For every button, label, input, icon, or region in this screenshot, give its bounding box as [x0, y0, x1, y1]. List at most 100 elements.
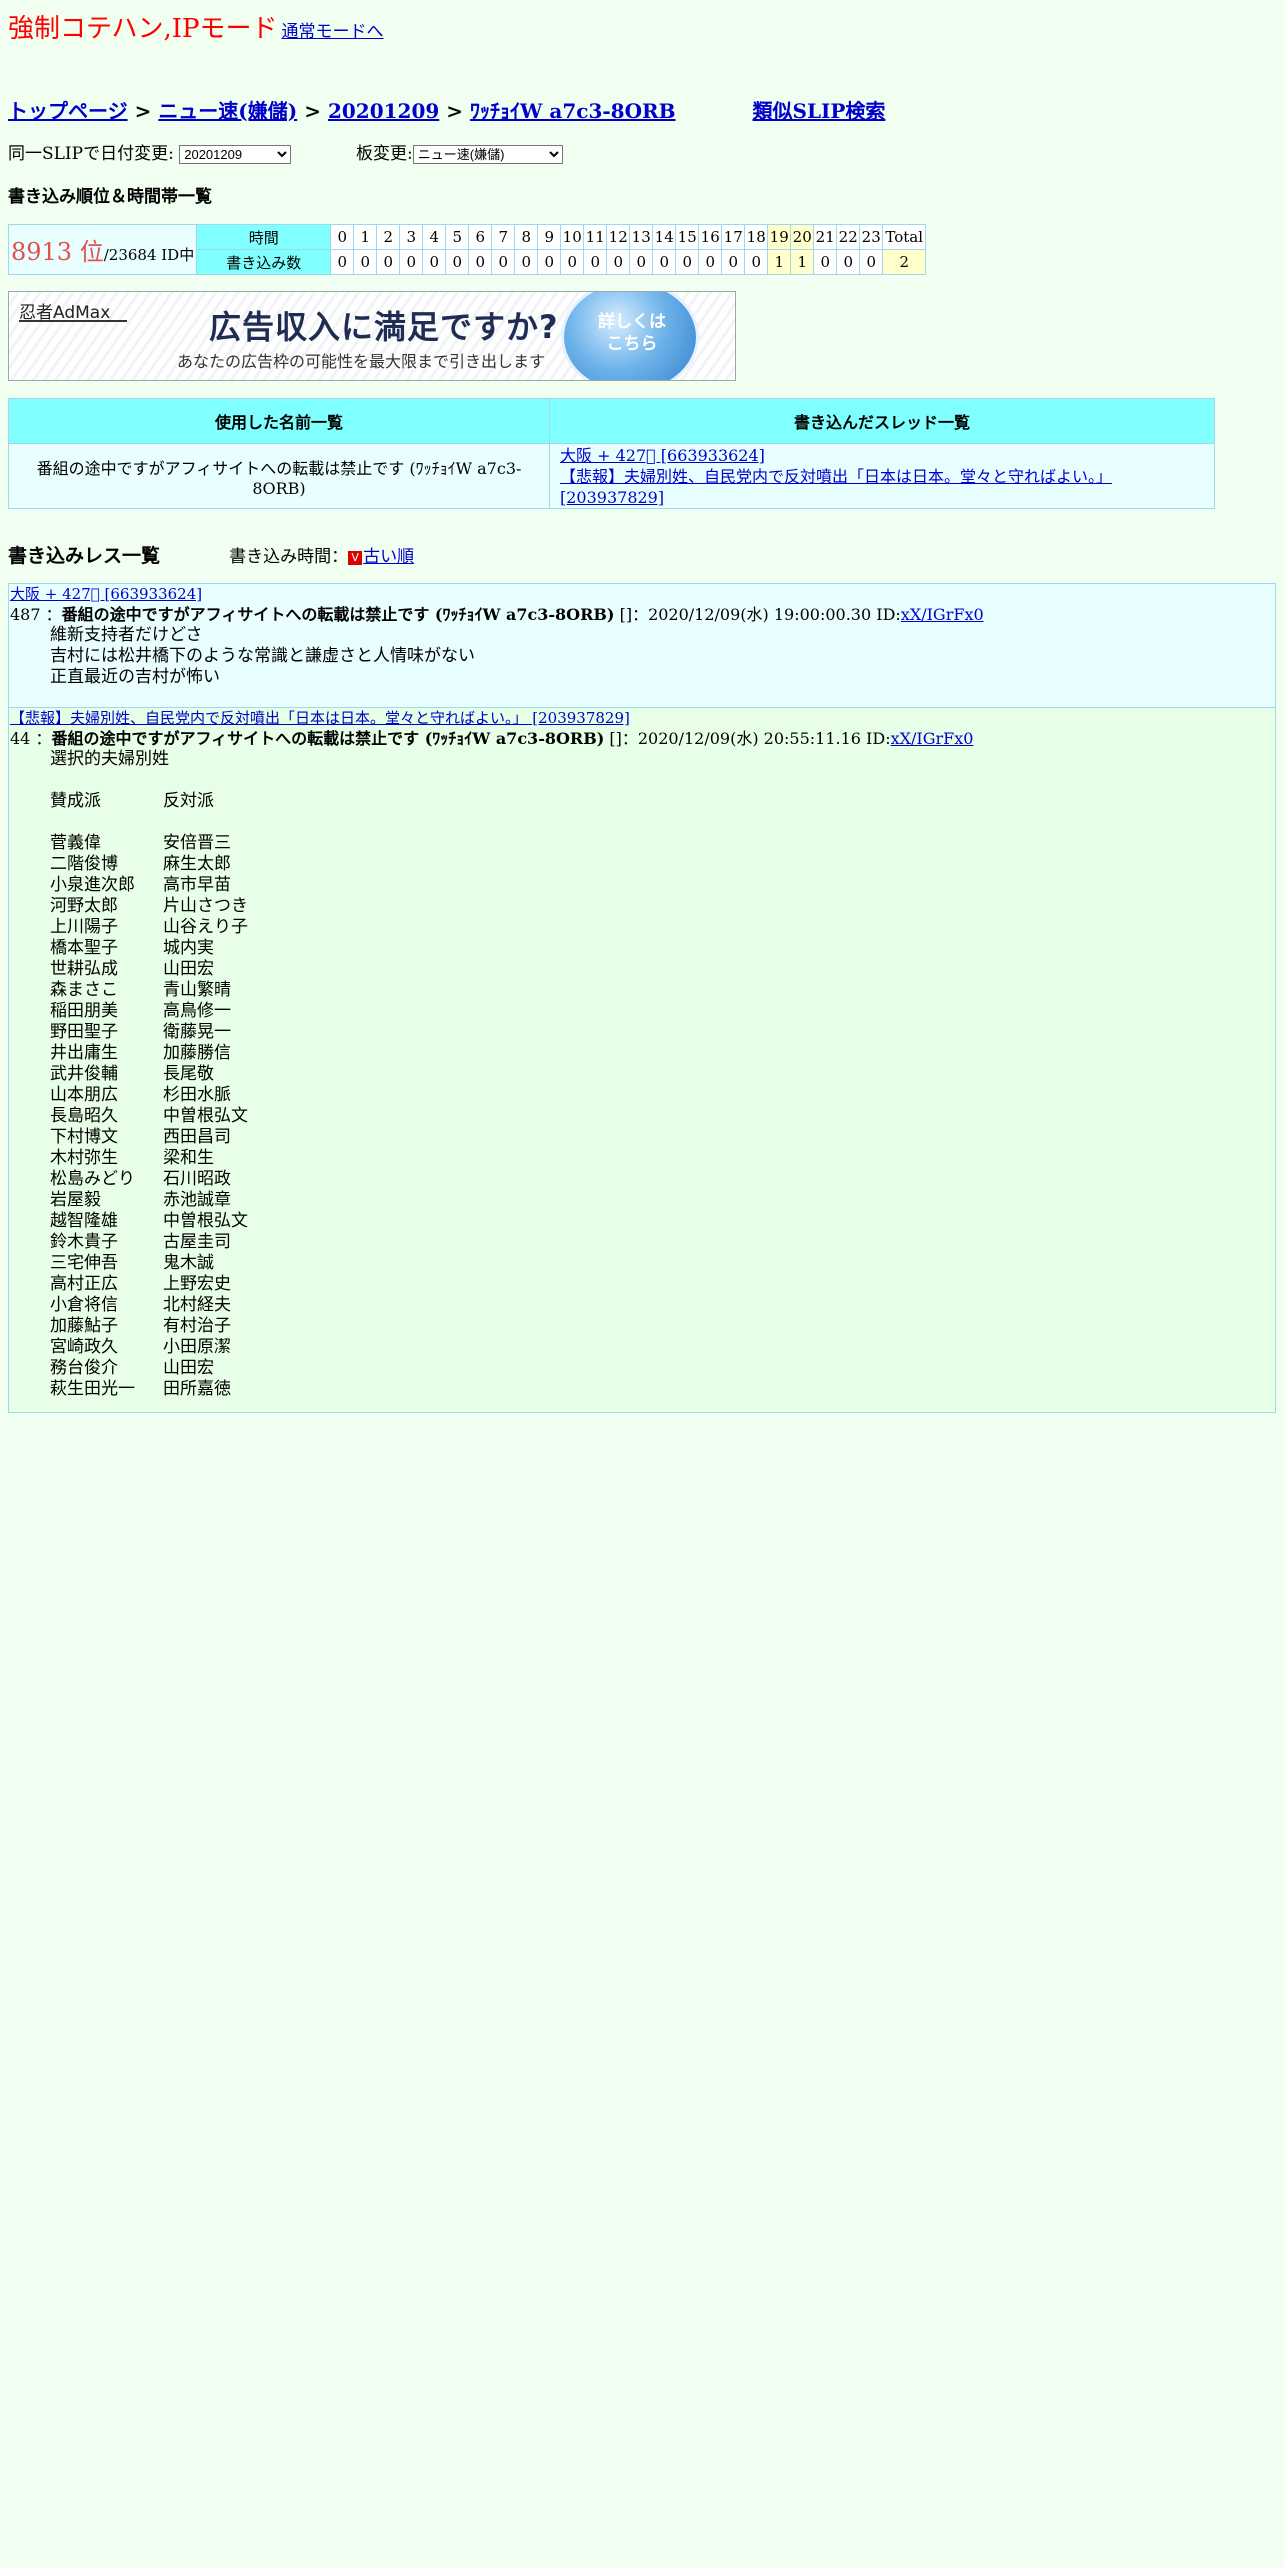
hour-cell: 23: [859, 224, 884, 250]
oppose-name: 加藤勝信: [163, 1043, 231, 1063]
date-select[interactable]: 20201209: [179, 145, 292, 164]
rank-cell: 8913 位/23684 ID中: [7, 224, 198, 275]
support-name: 小泉進次郎: [50, 875, 135, 895]
support-name: 三宅伸吾: [50, 1253, 118, 1273]
vote-row: 宮崎政久 小田原潔: [50, 1337, 1275, 1358]
board-select[interactable]: ニュー速(嫌儲): [412, 145, 563, 164]
support-name: 加藤鮎子: [50, 1316, 118, 1336]
breadcrumb-date-link[interactable]: 20201209: [328, 99, 439, 123]
sort-down-icon: V: [348, 550, 363, 565]
hour-cell: 3: [399, 224, 424, 250]
support-name: 菅義偉: [50, 833, 101, 853]
hour-cell: 8: [514, 224, 539, 250]
count-cell: 0: [468, 249, 493, 275]
count-cell: 1: [767, 249, 792, 275]
support-name: 野田聖子: [50, 1022, 118, 1042]
breadcrumb-separator: >: [304, 99, 321, 123]
date-select-label: 同一SLIPで日付変更:: [8, 144, 174, 164]
vote-table-header: 賛成派 反対派: [50, 791, 1275, 812]
vote-list: 菅義偉 安倍晋三 二階俊博 麻生太郎 小泉進次郎 高市早苗 河野太郎 片山さつき 上川陽子 山谷え…: [50, 833, 1275, 1400]
thread-list: 大阪 + 427⃣ [663933624] 【悲報】夫婦別姓、自民党内で反対噴出…: [549, 443, 1215, 509]
hour-cell: 9: [537, 224, 562, 250]
support-name: 稲田朋美: [50, 1001, 118, 1021]
support-name: 木村弥生: [50, 1148, 118, 1168]
normal-mode-link[interactable]: 通常モードへ: [282, 22, 384, 42]
posts-heading: 書き込みレス一覧: [8, 545, 161, 567]
support-name: 鈴木貴子: [50, 1232, 118, 1252]
hour-cell: 10: [560, 224, 585, 250]
count-label: 書き込み数: [196, 249, 332, 275]
oppose-name: 安倍晋三: [163, 833, 231, 853]
breadcrumb-top-link[interactable]: トップページ: [8, 99, 128, 123]
thread-link[interactable]: 【悲報】夫婦別姓、自民党内で反対噴出「日本は日本。堂々と守ればよい。」 [203…: [560, 466, 1204, 508]
count-cell: 0: [353, 249, 378, 275]
count-cell: 0: [606, 249, 631, 275]
support-name: 上川陽子: [50, 917, 118, 937]
post-body: 選択的夫婦別姓 賛成派 反対派 菅義偉 安倍晋三 二階俊博 麻生太郎 小泉進次郎 高市早苗…: [50, 749, 1275, 1400]
hour-cell: 13: [629, 224, 654, 250]
vote-row: 橋本聖子 城内実: [50, 938, 1275, 959]
oppose-name: 小田原潔: [163, 1337, 231, 1357]
rank-position: 8913 位: [11, 238, 104, 266]
vote-row: 務台俊介 山田宏: [50, 1358, 1275, 1379]
sort-oldest-link[interactable]: 古い順: [363, 547, 414, 567]
vote-row: 武井俊輔 長尾敬: [50, 1064, 1275, 1085]
count-cell: 0: [698, 249, 723, 275]
oppose-name: 衛藤晃一: [163, 1022, 231, 1042]
post-thread-link[interactable]: 【悲報】夫婦別姓、自民党内で反対噴出「日本は日本。堂々と守ればよい。」 [203…: [9, 708, 1275, 728]
count-cell: 0: [675, 249, 700, 275]
oppose-name: 中曽根弘文: [163, 1106, 248, 1126]
hour-cell: 12: [606, 224, 631, 250]
post-number: 487: [10, 605, 41, 624]
posts-header: 書き込みレス一覧 書き込み時間： V 古い順: [8, 541, 414, 568]
oppose-name: 梁和生: [163, 1148, 214, 1168]
post-id-link[interactable]: xX/IGrFx0: [891, 729, 974, 748]
oppose-name: 青山繁晴: [163, 980, 231, 1000]
board-select-label: 板変更:: [356, 144, 413, 164]
post-author: 番組の途中ですがアフィサイトへの転載は禁止です (ﾜｯﾁｮｲW a7c3-8OR…: [51, 729, 605, 748]
count-cell: 0: [859, 249, 884, 275]
count-cell: 0: [836, 249, 861, 275]
count-cell: 0: [399, 249, 424, 275]
oppose-name: 田所嘉徳: [163, 1379, 231, 1399]
post-id-link[interactable]: xX/IGrFx0: [901, 605, 984, 624]
vote-row: 岩屋毅 赤池誠章: [50, 1190, 1275, 1211]
hour-cell: 2: [376, 224, 401, 250]
hour-cell: 18: [744, 224, 769, 250]
vote-row: 下村博文 西田昌司: [50, 1127, 1275, 1148]
names-threads-table: 使用した名前一覧 書き込んだスレッド一覧 番組の途中ですがアフィサイトへの転載は…: [8, 398, 1215, 509]
breadcrumb-name-link[interactable]: ﾜｯﾁｮｲW a7c3-8ORB: [470, 99, 676, 123]
vote-row: 小泉進次郎 高市早苗: [50, 875, 1275, 896]
post-author: 番組の途中ですがアフィサイトへの転載は禁止です (ﾜｯﾁｮｲW a7c3-8OR…: [61, 605, 615, 624]
support-name: 世耕弘成: [50, 959, 118, 979]
post-thread-link[interactable]: 大阪 + 427⃣ [663933624]: [9, 584, 1275, 604]
ad-banner[interactable]: 忍者AdMax 広告収入に満足ですか? あなたの広告枠の可能性を最大限まで引き出…: [8, 291, 736, 381]
count-cell: 0: [560, 249, 585, 275]
mode-title: 強制コテハン,IPモード: [8, 14, 278, 44]
thread-link[interactable]: 大阪 + 427⃣ [663933624]: [560, 445, 1204, 466]
ad-details-button[interactable]: 詳しくはこちら: [561, 292, 699, 380]
oppose-name: 杉田水脈: [163, 1085, 231, 1105]
post-line: 吉村には松井橋下のような常識と謙虚さと人情味がない: [50, 646, 475, 666]
breadcrumb-board-link[interactable]: ニュー速(嫌儲): [158, 99, 297, 123]
oppose-name: 長尾敬: [163, 1064, 214, 1084]
hour-cell: 22: [836, 224, 861, 250]
count-cell: 0: [422, 249, 447, 275]
support-name: 松島みどり: [50, 1169, 135, 1189]
support-name: 小倉将信: [50, 1295, 118, 1315]
vote-row: 上川陽子 山谷えり子: [50, 917, 1275, 938]
oppose-name: 麻生太郎: [163, 854, 231, 874]
oppose-name: 赤池誠章: [163, 1190, 231, 1210]
post-date: []：2020/12/09(水) 20:55:11.16 ID:: [609, 729, 891, 748]
vote-row: 萩生田光一 田所嘉徳: [50, 1379, 1275, 1400]
oppose-name: 石川昭政: [163, 1169, 231, 1189]
hour-cell: 0: [330, 224, 355, 250]
time-label: 時間: [196, 224, 332, 250]
rank-total: /23684 ID中: [103, 246, 195, 264]
hour-cell: 7: [491, 224, 516, 250]
hour-cell: 1: [353, 224, 378, 250]
similar-slip-search-link[interactable]: 類似SLIP検索: [753, 99, 886, 123]
post: 【悲報】夫婦別姓、自民党内で反対噴出「日本は日本。堂々と守ればよい。」 [203…: [8, 707, 1276, 1413]
ad-subtext: あなたの広告枠の可能性を最大限まで引き出します: [177, 352, 546, 371]
breadcrumb: トップページ > ニュー速(嫌儲) > 20201209 > ﾜｯﾁｮｲW a7…: [8, 95, 885, 124]
